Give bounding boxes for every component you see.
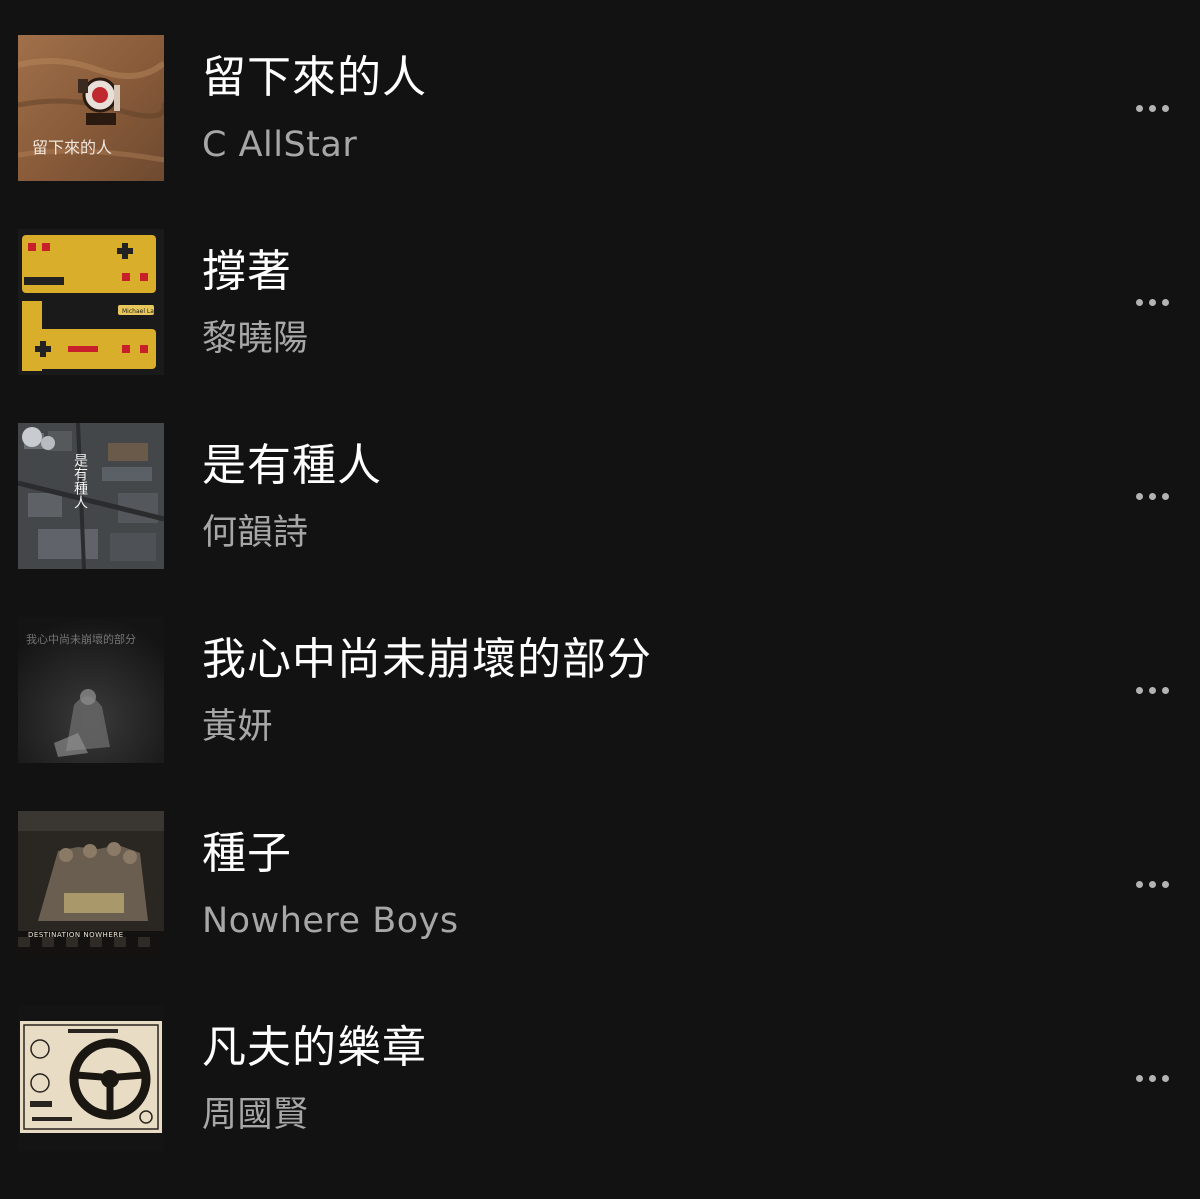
more-horizontal-icon (1135, 880, 1169, 888)
more-horizontal-icon (1135, 686, 1169, 694)
album-cover-image: Michael Lai (18, 229, 164, 375)
svg-text:留下來的人: 留下來的人 (32, 138, 112, 157)
more-horizontal-icon (1135, 104, 1169, 112)
album-cover: 是有種人 (18, 423, 164, 569)
track-row[interactable]: 我心中尚未崩壞的部分 我心中尚未崩壞的部分 黃妍 (0, 592, 1200, 786)
svg-text:DESTINATION NOWHERE: DESTINATION NOWHERE (28, 931, 124, 939)
svg-text:我心中尚未崩壞的部分: 我心中尚未崩壞的部分 (26, 632, 136, 646)
more-options-button[interactable] (1120, 86, 1184, 130)
more-options-button[interactable] (1120, 668, 1184, 712)
track-title[interactable]: 是有種人 (202, 440, 382, 492)
album-cover: 留下來的人 (18, 35, 164, 181)
album-cover (18, 1005, 164, 1151)
album-cover-image (18, 1005, 164, 1151)
more-horizontal-icon (1135, 298, 1169, 306)
svg-text:Michael Lai: Michael Lai (122, 308, 156, 315)
track-list: 留下來的人 留下來的人 C AllStar Michael Lai 撐著 黎曉陽… (0, 0, 1200, 1199)
track-artist[interactable]: Nowhere Boys (202, 900, 459, 942)
album-cover: DESTINATION NOWHERE (18, 811, 164, 957)
track-title[interactable]: 留下來的人 (202, 52, 427, 104)
track-artist[interactable]: 黎曉陽 (202, 318, 309, 360)
track-row[interactable]: 凡夫的樂章 周國賢 (0, 980, 1200, 1174)
more-horizontal-icon (1135, 492, 1169, 500)
album-cover-image: 是有種人 (18, 423, 164, 569)
more-options-button[interactable] (1120, 474, 1184, 518)
more-options-button[interactable] (1120, 1056, 1184, 1100)
track-row[interactable]: DESTINATION NOWHERE 種子 Nowhere Boys (0, 786, 1200, 980)
track-artist[interactable]: 周國賢 (202, 1094, 309, 1136)
track-title[interactable]: 凡夫的樂章 (202, 1022, 427, 1074)
album-cover-image: DESTINATION NOWHERE (18, 811, 164, 957)
more-options-button[interactable] (1120, 280, 1184, 324)
album-cover: 我心中尚未崩壞的部分 (18, 617, 164, 763)
album-cover-image: 留下來的人 (18, 35, 164, 181)
track-row[interactable]: 是有種人 是有種人 何韻詩 (0, 398, 1200, 592)
track-artist[interactable]: 黃妍 (202, 706, 273, 748)
more-horizontal-icon (1135, 1074, 1169, 1082)
track-row[interactable]: Michael Lai 撐著 黎曉陽 (0, 204, 1200, 398)
album-cover-image: 我心中尚未崩壞的部分 (18, 617, 164, 763)
track-title[interactable]: 撐著 (202, 246, 292, 298)
track-row[interactable]: 留下來的人 留下來的人 C AllStar (0, 10, 1200, 204)
track-title[interactable]: 種子 (202, 828, 292, 880)
track-artist[interactable]: C AllStar (202, 124, 357, 166)
track-title[interactable]: 我心中尚未崩壞的部分 (202, 634, 652, 686)
svg-text:是有種人: 是有種人 (72, 453, 88, 509)
more-options-button[interactable] (1120, 862, 1184, 906)
track-artist[interactable]: 何韻詩 (202, 512, 309, 554)
album-cover: Michael Lai (18, 229, 164, 375)
